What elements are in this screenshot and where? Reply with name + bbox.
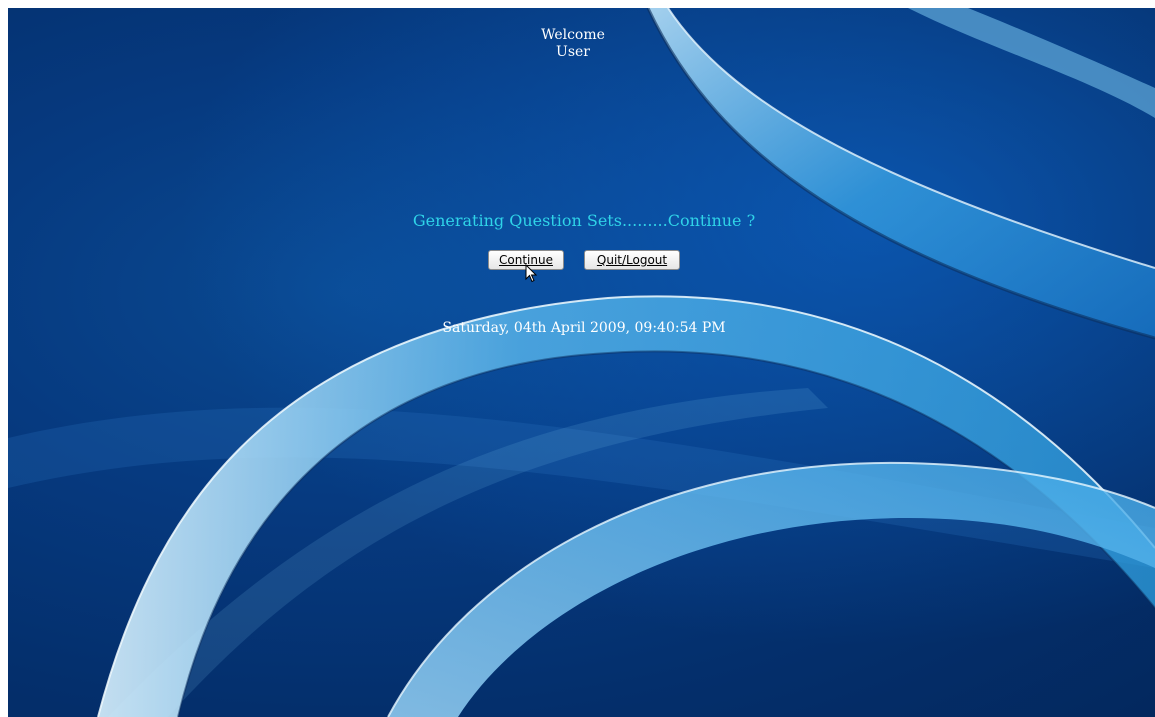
generating-prompt: Generating Question Sets.........Continu… xyxy=(412,211,756,230)
mouse-pointer-icon xyxy=(525,264,538,283)
welcome-message: Welcome User xyxy=(8,27,1138,61)
background-wallpaper xyxy=(8,8,1155,717)
welcome-greeting: Welcome xyxy=(541,27,605,43)
welcome-username: User xyxy=(556,44,590,60)
quit-logout-button[interactable]: Quit/Logout xyxy=(584,250,680,270)
current-datetime: Saturday, 04th April 2009, 09:40:54 PM xyxy=(442,320,726,336)
login-screen: Welcome User Generating Question Sets...… xyxy=(8,8,1155,717)
